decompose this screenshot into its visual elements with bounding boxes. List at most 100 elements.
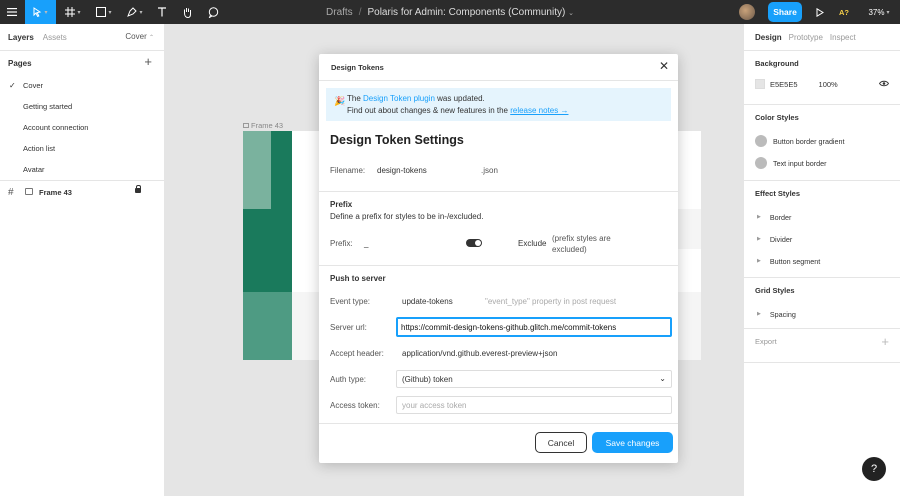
frame-icon: [25, 188, 33, 195]
divider: [744, 362, 900, 363]
frame-label[interactable]: Frame 43: [243, 121, 283, 130]
color-style-item[interactable]: Text input border: [755, 152, 889, 174]
tab-design[interactable]: Design: [755, 33, 782, 42]
background-swatch[interactable]: [755, 79, 765, 89]
accept-header-input[interactable]: application/vnd.github.everest-preview+j…: [402, 349, 557, 358]
caret-right-icon: ▶: [757, 258, 761, 264]
prefix-description: Define a prefix for styles to be in-/exc…: [330, 212, 484, 221]
page-selector[interactable]: Cover ⌃: [125, 32, 154, 41]
shape-tool-icon[interactable]: ▾: [90, 0, 118, 24]
breadcrumb-drafts[interactable]: Drafts: [326, 7, 353, 18]
server-url-label: Server url:: [330, 323, 367, 332]
lock-icon[interactable]: [135, 185, 141, 193]
breadcrumb-separator: /: [358, 6, 362, 18]
prefix-input[interactable]: _: [364, 239, 368, 248]
accessibility-check-label[interactable]: A?: [836, 0, 852, 24]
frame-panel: [675, 209, 701, 249]
release-notes-link[interactable]: release notes →: [510, 106, 568, 115]
caret-right-icon: ▶: [757, 236, 761, 242]
divider: [319, 191, 678, 192]
tab-prototype[interactable]: Prototype: [789, 33, 823, 42]
page-item-action-list[interactable]: Action list: [0, 138, 164, 159]
frame-swatch: [243, 292, 292, 360]
frame-tool-icon[interactable]: ▾: [58, 0, 88, 24]
chevron-up-icon: ⌃: [148, 35, 154, 41]
page-item-getting-started[interactable]: Getting started: [0, 96, 164, 117]
exclude-note-line: excluded): [552, 244, 587, 254]
grid-style-item[interactable]: ▶ Spacing: [755, 303, 889, 325]
design-tokens-dialog: Design Tokens ✕ 🎉 The Design Token plugi…: [319, 54, 678, 463]
notice-text: Find out about changes & new features in…: [347, 106, 511, 115]
tab-inspect[interactable]: Inspect: [830, 33, 856, 42]
share-button[interactable]: Share: [768, 2, 802, 22]
menu-icon[interactable]: [0, 0, 24, 24]
page-item-avatar[interactable]: Avatar: [0, 159, 164, 180]
zoom-control[interactable]: 37% ▾: [862, 0, 896, 24]
notice-line-2: Find out about changes & new features in…: [347, 105, 671, 117]
page-item-cover[interactable]: ✓ Cover: [0, 75, 164, 96]
chevron-down-icon: ⌄: [568, 9, 574, 17]
pen-tool-icon[interactable]: ▾: [121, 0, 149, 24]
hand-tool-icon[interactable]: [177, 0, 197, 24]
color-style-label: Text input border: [773, 158, 827, 168]
exclude-note: (prefix styles are excluded): [552, 234, 611, 255]
page-item-label: Cover: [23, 81, 44, 90]
tab-layers[interactable]: Layers: [8, 33, 34, 42]
caret-right-icon: ▶: [757, 311, 761, 317]
notice-line-1: The Design Token plugin was updated.: [347, 93, 671, 105]
background-opacity[interactable]: 100%: [819, 80, 838, 89]
frame-swatch: [271, 131, 292, 209]
exclude-label: Exclude: [518, 239, 547, 248]
access-token-input[interactable]: your access token: [396, 396, 672, 414]
grid-styles-title: Grid Styles: [755, 286, 795, 295]
frame-hash-icon: #: [8, 186, 14, 198]
settings-title: Design Token Settings: [330, 133, 464, 147]
frame-swatch: [243, 131, 271, 209]
event-type-input[interactable]: update-tokens: [402, 297, 453, 306]
check-icon: ✓: [9, 81, 16, 90]
page-selector-label: Cover: [125, 32, 147, 41]
save-changes-button[interactable]: Save changes: [592, 432, 673, 453]
caret-right-icon: ▶: [757, 214, 761, 220]
prefix-label: Prefix:: [330, 239, 353, 248]
page-item-label: Account connection: [23, 123, 89, 132]
color-style-item[interactable]: Button border gradient: [755, 130, 889, 152]
auth-type-select[interactable]: (Github) token ⌄: [396, 370, 672, 388]
frame-label-text: Frame 43: [251, 121, 284, 130]
right-panel-tabs: Design Prototype Inspect: [744, 24, 900, 50]
eye-icon[interactable]: [878, 79, 890, 89]
effect-style-item[interactable]: ▶ Divider: [755, 228, 889, 250]
file-name[interactable]: Polaris for Admin: Components (Community…: [367, 7, 574, 18]
layer-name: Frame 43: [39, 187, 72, 197]
cancel-button[interactable]: Cancel: [535, 432, 587, 453]
add-page-icon[interactable]: +: [144, 54, 152, 69]
divider: [319, 423, 678, 424]
divider: [319, 265, 678, 266]
grid-styles-section: Grid Styles ▶ Spacing: [744, 277, 900, 328]
push-section-title: Push to server: [330, 274, 386, 283]
effect-style-item[interactable]: ▶ Button segment: [755, 250, 889, 272]
background-hex[interactable]: E5E5E5: [770, 80, 798, 89]
effect-style-label: Divider: [769, 234, 793, 244]
tab-assets[interactable]: Assets: [43, 33, 67, 42]
help-button[interactable]: ?: [862, 457, 886, 481]
grid-style-label: Spacing: [769, 309, 796, 319]
effect-style-item[interactable]: ▶ Border: [755, 206, 889, 228]
pages-title: Pages: [8, 58, 32, 68]
move-tool-icon[interactable]: ▾: [25, 0, 56, 24]
export-section: Export +: [744, 328, 900, 362]
layer-row-frame-43[interactable]: # Frame 43: [0, 181, 164, 203]
page-item-account-connection[interactable]: Account connection: [0, 117, 164, 138]
text-tool-icon[interactable]: [152, 0, 172, 24]
avatar[interactable]: [739, 4, 755, 20]
play-icon[interactable]: [812, 0, 828, 24]
event-type-hint: "event_type" property in post request: [485, 297, 617, 306]
add-export-icon[interactable]: +: [881, 334, 889, 349]
close-icon[interactable]: ✕: [659, 59, 669, 73]
plugin-link[interactable]: Design Token plugin: [363, 94, 435, 103]
color-style-label: Button border gradient: [773, 136, 845, 146]
server-url-input[interactable]: https://commit-design-tokens-github.glit…: [396, 317, 672, 337]
filename-input[interactable]: design-tokens: [377, 166, 427, 175]
exclude-toggle[interactable]: [466, 239, 482, 247]
comment-tool-icon[interactable]: [203, 0, 223, 24]
